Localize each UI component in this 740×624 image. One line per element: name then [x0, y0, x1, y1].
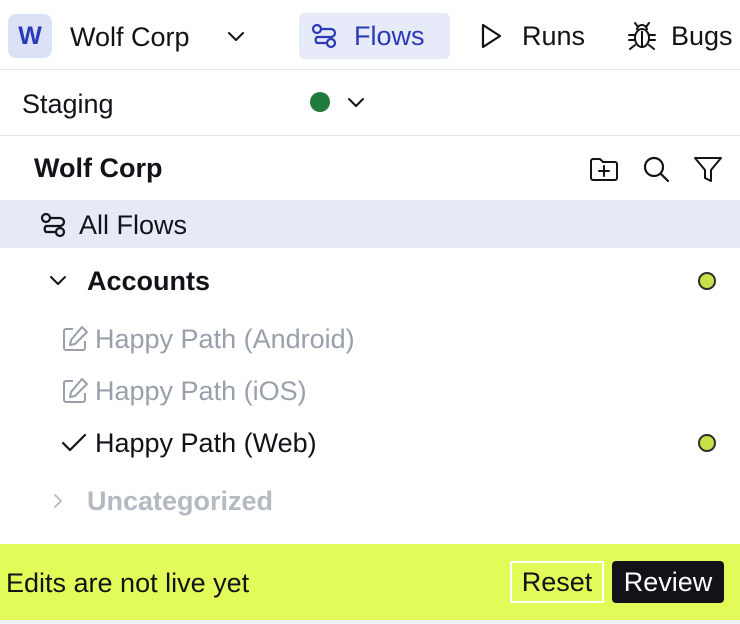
tab-runs[interactable]: Runs	[476, 13, 585, 59]
folder-uncategorized[interactable]: Uncategorized	[0, 476, 740, 524]
tab-bugs-label: Bugs	[671, 20, 733, 51]
environment-name: Staging	[22, 89, 114, 119]
chevron-down-icon[interactable]	[224, 26, 248, 46]
bug-icon	[628, 22, 656, 50]
org-name[interactable]: Wolf Corp	[70, 22, 190, 53]
bottom-divider	[0, 620, 740, 624]
flow-item[interactable]: Happy Path (Web)	[0, 418, 740, 466]
play-icon	[481, 23, 502, 49]
review-button[interactable]: Review	[612, 561, 724, 603]
banner-message: Edits are not live yet	[6, 568, 250, 598]
filter-icon[interactable]	[692, 153, 724, 185]
flow-label: Happy Path (Android)	[95, 324, 355, 354]
tab-runs-label: Runs	[522, 20, 586, 51]
flow-label: Happy Path (Web)	[95, 428, 317, 458]
environment-status-dot	[310, 92, 330, 112]
flow-item[interactable]: Happy Path (Android)	[0, 314, 740, 362]
new-folder-icon[interactable]	[588, 153, 620, 185]
chevron-right-icon[interactable]	[50, 492, 66, 510]
check-icon	[61, 433, 87, 452]
environment-selector[interactable]: Staging	[0, 70, 740, 136]
tab-bugs[interactable]: Bugs	[625, 13, 733, 59]
flow-item[interactable]: Happy Path (iOS)	[0, 366, 740, 414]
search-icon[interactable]	[640, 153, 672, 185]
folder-label: Accounts	[87, 266, 211, 296]
chevron-down-icon[interactable]	[344, 92, 368, 112]
chevron-down-icon[interactable]	[46, 270, 70, 290]
status-dot	[698, 434, 716, 452]
status-dot	[698, 272, 716, 290]
flows-icon	[311, 23, 337, 49]
all-flows-item[interactable]: All Flows	[0, 200, 740, 248]
edit-icon	[63, 378, 88, 403]
tab-flows-label: Flows	[354, 20, 425, 51]
folder-label: Uncategorized	[87, 486, 274, 516]
org-avatar[interactable]: W	[8, 14, 52, 58]
top-nav-bar: W Wolf Corp Flows Runs Bugs	[0, 0, 740, 70]
all-flows-label: All Flows	[79, 210, 188, 240]
folder-accounts[interactable]: Accounts	[0, 256, 740, 304]
unpublished-edits-banner: Edits are not live yet Reset Review	[0, 544, 740, 620]
flow-label: Happy Path (iOS)	[95, 376, 307, 406]
tab-flows[interactable]: Flows	[299, 13, 450, 59]
reset-button[interactable]: Reset	[510, 561, 604, 603]
edit-icon	[63, 326, 88, 351]
flows-icon	[40, 212, 66, 238]
project-title: Wolf Corp	[34, 153, 163, 183]
